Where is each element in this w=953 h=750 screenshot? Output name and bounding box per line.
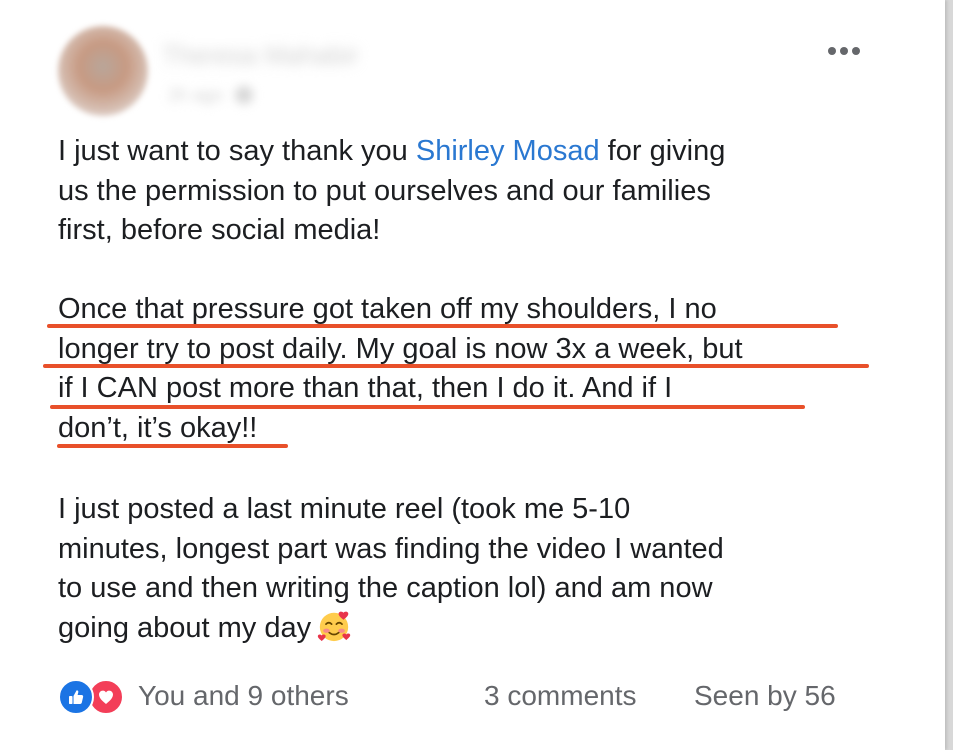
post-meta: 2h ago [168,84,254,106]
paragraph-2-line-4: don’t, it’s okay!! [58,411,258,444]
paragraph-2-line-3: if I CAN post more than that, then I do … [58,372,673,404]
comments-count-link[interactable]: 3 comments [484,676,637,716]
post-paragraph-1: I just want to say thank you Shirley Mos… [58,132,888,251]
post-paragraph-3: I just posted a last minute reel (took m… [58,490,888,648]
highlight-underline [57,444,288,448]
author-name[interactable]: Theresa Mahabir [162,38,432,72]
smiling-face-with-hearts-icon [317,611,351,641]
mention-link[interactable]: Shirley Mosad [416,135,600,167]
post-footer: You and 9 others 3 comments Seen by 56 [58,676,888,716]
more-options-icon[interactable] [824,36,864,66]
highlight-underline [43,364,869,368]
paragraph-3-line-2: minutes, longest part was finding the vi… [58,532,724,565]
paragraph-1-line-3: first, before social media! [58,214,381,246]
highlight-underline [47,324,838,328]
paragraph-3-line-4: going about my day [58,609,888,649]
facebook-post-card: Theresa Mahabir 2h ago I just want to sa… [0,0,945,750]
like-icon [58,679,94,715]
seen-by-count[interactable]: Seen by 56 [694,676,836,716]
author-avatar[interactable] [58,26,148,116]
paragraph-3-line-3: to use and then writing the caption lol)… [58,572,713,604]
audience-globe-icon [235,86,254,104]
post-paragraph-2: Once that pressure got taken off my shou… [58,290,888,448]
reaction-icons[interactable] [58,679,134,715]
reactions-count-link[interactable]: You and 9 others [138,676,349,716]
paragraph-1-line-1: I just want to say thank you Shirley Mos… [58,135,726,167]
highlight-underline [50,405,805,409]
paragraph-1-line-2: us the permission to put ourselves and o… [58,174,711,207]
post-timestamp[interactable]: 2h ago [168,85,223,106]
paragraph-3-line-1: I just posted a last minute reel (took m… [58,493,631,525]
